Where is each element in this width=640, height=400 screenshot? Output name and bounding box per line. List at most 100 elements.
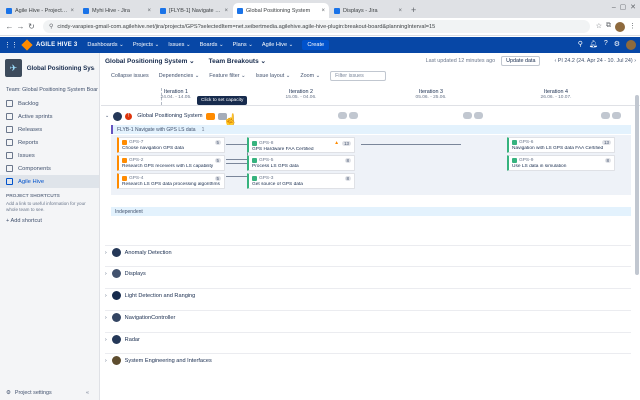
new-tab-button[interactable]: + (407, 5, 420, 18)
chevron-right-icon[interactable]: › (105, 250, 107, 256)
project-dropdown[interactable]: Global Positioning System ⌄ (105, 57, 195, 65)
chevron-right-icon[interactable]: › (105, 358, 107, 364)
collapse-issues-toggle[interactable]: Collapse issues (111, 73, 149, 79)
team-avatar-icon (111, 291, 121, 300)
site-info-icon[interactable]: ⚲ (49, 23, 53, 30)
update-data-button[interactable]: Update data (501, 56, 541, 66)
issue-card[interactable]: GPS-9 8 Use LS data in simulation (507, 155, 615, 171)
sidebar-item-releases[interactable]: Releases (0, 123, 99, 136)
capacity-chip[interactable] (338, 112, 347, 119)
close-icon[interactable]: × (321, 8, 325, 14)
browser-tab[interactable]: Displays - Jira × (330, 3, 406, 18)
team-row-collapsed[interactable]: › Anomaly Detection (105, 245, 631, 259)
issue-card[interactable]: GPS-6 13 Navigation with LS GPS data FAA … (507, 137, 615, 153)
nav-boards[interactable]: Boards ⌄ (200, 42, 224, 48)
capacity-chip[interactable] (349, 112, 358, 119)
issue-card[interactable]: GPS-5 8 Process LS GPS data (247, 155, 355, 171)
sidebar-item-backlog[interactable]: Backlog (0, 97, 99, 110)
team-row-collapsed[interactable]: › NavigationController (105, 310, 631, 324)
menu-icon[interactable]: ⋮ (629, 22, 636, 32)
create-button[interactable]: Create (302, 40, 330, 50)
settings-icon[interactable]: ⚙ (614, 40, 620, 50)
chevron-right-icon[interactable]: › (105, 271, 107, 277)
board-dropdown[interactable]: Team Breakouts ⌄ (209, 57, 266, 65)
main-content: Global Positioning System ⌄ Team Breakou… (101, 53, 640, 400)
nav-plans[interactable]: Plans ⌄ (233, 42, 253, 48)
capacity-chip[interactable] (463, 112, 472, 119)
browser-tab-bar: Agile Hive - Project Hierarchy× Myhi Hiv… (0, 0, 640, 18)
story-icon (122, 158, 127, 163)
issue-card[interactable]: GPS-8 ▲ 13 GPS Hardware FAA Certified (247, 137, 355, 153)
address-bar[interactable]: ⚲ cindy-varapies-gmail-com.agilehive.net… (43, 20, 590, 33)
app-switcher-icon[interactable]: ⋮⋮ (4, 41, 18, 49)
extensions-icon[interactable]: ⧉ (606, 22, 611, 32)
close-icon[interactable]: × (147, 8, 151, 14)
team-row-collapsed[interactable]: › System Engineering and Interfaces (105, 353, 631, 367)
issue-card[interactable]: GPS-3 8 Get source of GPS data (247, 173, 355, 189)
avatar[interactable] (626, 40, 636, 50)
dependencies-dropdown[interactable]: Dependencies ⌄ (159, 73, 199, 79)
team-row-collapsed[interactable]: › Radar (105, 332, 631, 346)
chevron-right-icon[interactable]: › (105, 315, 107, 321)
board-selector[interactable]: Team: Global Positioning System Boar (0, 83, 99, 97)
sidebar-item-reports[interactable]: Reports (0, 136, 99, 149)
capacity-chip[interactable] (601, 112, 610, 119)
feature-filter-dropdown[interactable]: Feature filter ⌄ (209, 73, 245, 79)
pi-selector[interactable]: ‹ PI 24.2 (24. Apr 24 - 10. Jul 24) › (554, 58, 636, 64)
team-row-collapsed[interactable]: › Displays (105, 266, 631, 280)
sidebar-item-components[interactable]: Components (0, 162, 99, 175)
chevron-down-icon[interactable]: ⌄ (91, 65, 96, 72)
forward-icon[interactable]: → (15, 22, 26, 31)
team-row-collapsed[interactable]: › Light Detection and Ranging (105, 288, 631, 302)
nav-projects[interactable]: Projects ⌄ (133, 42, 159, 48)
sidebar-item-issues[interactable]: Issues (0, 149, 99, 162)
star-icon[interactable]: ☆ (596, 22, 602, 32)
sidebar-item-agile-hive[interactable]: Agile Hive (0, 175, 99, 188)
agile-hive-logo[interactable]: AGILE HIVE 3 (21, 39, 77, 51)
board-header: Global Positioning System ⌄ Team Breakou… (101, 53, 640, 69)
team-row-expanded[interactable]: ⌄ ! Global Positioning System (101, 109, 631, 123)
chevron-down-icon[interactable]: ⌄ (105, 113, 109, 119)
window-controls[interactable]: – ▢ ✕ (612, 3, 636, 11)
sidebar-item-active-sprints[interactable]: Active sprints (0, 110, 99, 123)
help-icon[interactable]: ? (604, 40, 608, 50)
issue-card[interactable]: GPS-4 5 Research LS GPS data processing a… (117, 173, 225, 189)
close-icon[interactable]: × (224, 8, 228, 14)
chevron-right-icon[interactable]: › (105, 337, 107, 343)
reload-icon[interactable]: ↻ (26, 22, 37, 31)
avatar[interactable] (615, 21, 625, 32)
close-icon[interactable]: × (70, 8, 74, 14)
feature-label: FLYB-1 Navigate with GPS LS data (117, 126, 196, 133)
browser-tab[interactable]: Myhi Hive - Jira × (79, 3, 155, 18)
notifications-icon[interactable]: 🔔︎ (589, 40, 598, 50)
dependency-line (226, 159, 248, 177)
task-icon (252, 140, 257, 146)
capacity-button[interactable] (205, 112, 215, 120)
team-avatar-icon (111, 356, 121, 365)
capacity-chip[interactable] (474, 112, 483, 119)
issue-layout-dropdown[interactable]: Issue layout ⌄ (256, 73, 291, 79)
zoom-dropdown[interactable]: Zoom ⌄ (300, 73, 320, 79)
independent-swimlane-header[interactable]: Independent (111, 207, 631, 216)
browser-tab[interactable]: [FLYB-1] Navigate with GPS× (156, 3, 232, 18)
nav-dashboards[interactable]: Dashboards ⌄ (87, 42, 123, 48)
shortcuts-description: Add a link to useful information for you… (6, 201, 86, 212)
feature-swimlane-header[interactable]: FLYB-1 Navigate with GPS LS data 1 (111, 125, 631, 134)
project-header[interactable]: ✈ Global Positioning Sys... (0, 53, 99, 83)
back-icon[interactable]: ← (4, 22, 15, 31)
collapse-sidebar-icon[interactable]: « (86, 390, 89, 396)
chevron-right-icon[interactable]: › (105, 293, 107, 299)
issue-card[interactable]: GPS-2 5 Research GPS receivers with LS ca… (117, 155, 225, 171)
close-icon[interactable]: × (398, 8, 402, 14)
nav-agile-hive[interactable]: Agile Hive ⌄ (262, 42, 293, 48)
project-settings-link[interactable]: ⚙ Project settings « (6, 390, 89, 396)
issue-card[interactable]: GPS-7 5 Choose navigation GPS data (117, 137, 225, 153)
vertical-scrollbar[interactable] (635, 95, 639, 275)
filter-issues-input[interactable]: Filter issues (330, 71, 387, 81)
browser-tab-active[interactable]: Global Positioning System × (233, 3, 329, 18)
capacity-chip[interactable] (612, 112, 621, 119)
add-shortcut-link[interactable]: + Add shortcut (0, 213, 99, 229)
nav-issues[interactable]: Issues ⌄ (168, 42, 190, 48)
search-icon[interactable]: ⚲ (578, 40, 583, 50)
browser-tab[interactable]: Agile Hive - Project Hierarchy× (2, 3, 78, 18)
